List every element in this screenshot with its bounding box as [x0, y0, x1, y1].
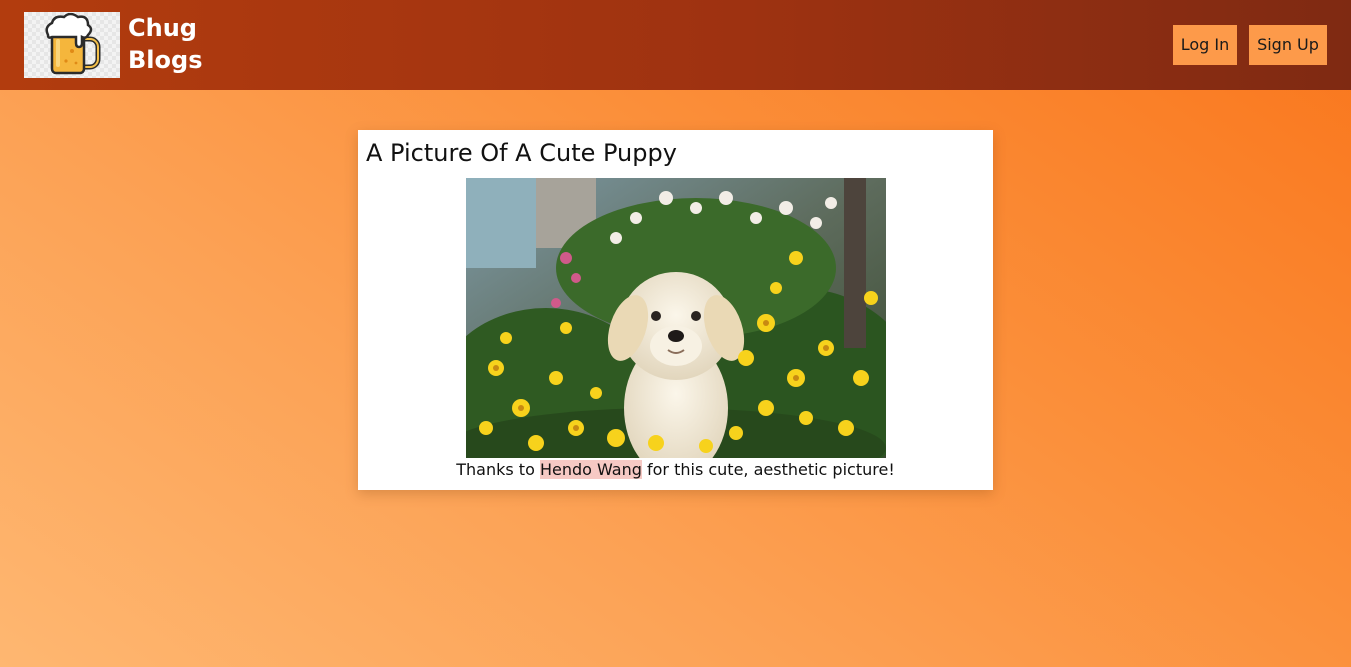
post-card: A Picture Of A Cute Puppy Thanks to Hend…	[358, 130, 993, 490]
site-header: Chug Blogs Log In Sign Up	[0, 0, 1351, 90]
post-title: A Picture Of A Cute Puppy	[366, 139, 677, 167]
puppy-in-flowers-photo	[466, 178, 886, 458]
post-caption: Thanks to Hendo Wang for this cute, aest…	[358, 460, 993, 480]
brand-line-2: Blogs	[128, 46, 203, 74]
login-button[interactable]: Log In	[1173, 25, 1237, 65]
brand-line-1: Chug	[128, 14, 197, 42]
signup-button[interactable]: Sign Up	[1249, 25, 1327, 65]
caption-prefix: Thanks to	[456, 460, 540, 479]
beer-mug-icon	[45, 13, 101, 75]
post-image	[466, 178, 886, 458]
site-logo[interactable]	[24, 12, 120, 78]
author-credit-link[interactable]: Hendo Wang	[539, 460, 642, 479]
caption-suffix: for this cute, aesthetic picture!	[641, 460, 895, 479]
site-brand[interactable]: Chug Blogs	[128, 12, 248, 76]
